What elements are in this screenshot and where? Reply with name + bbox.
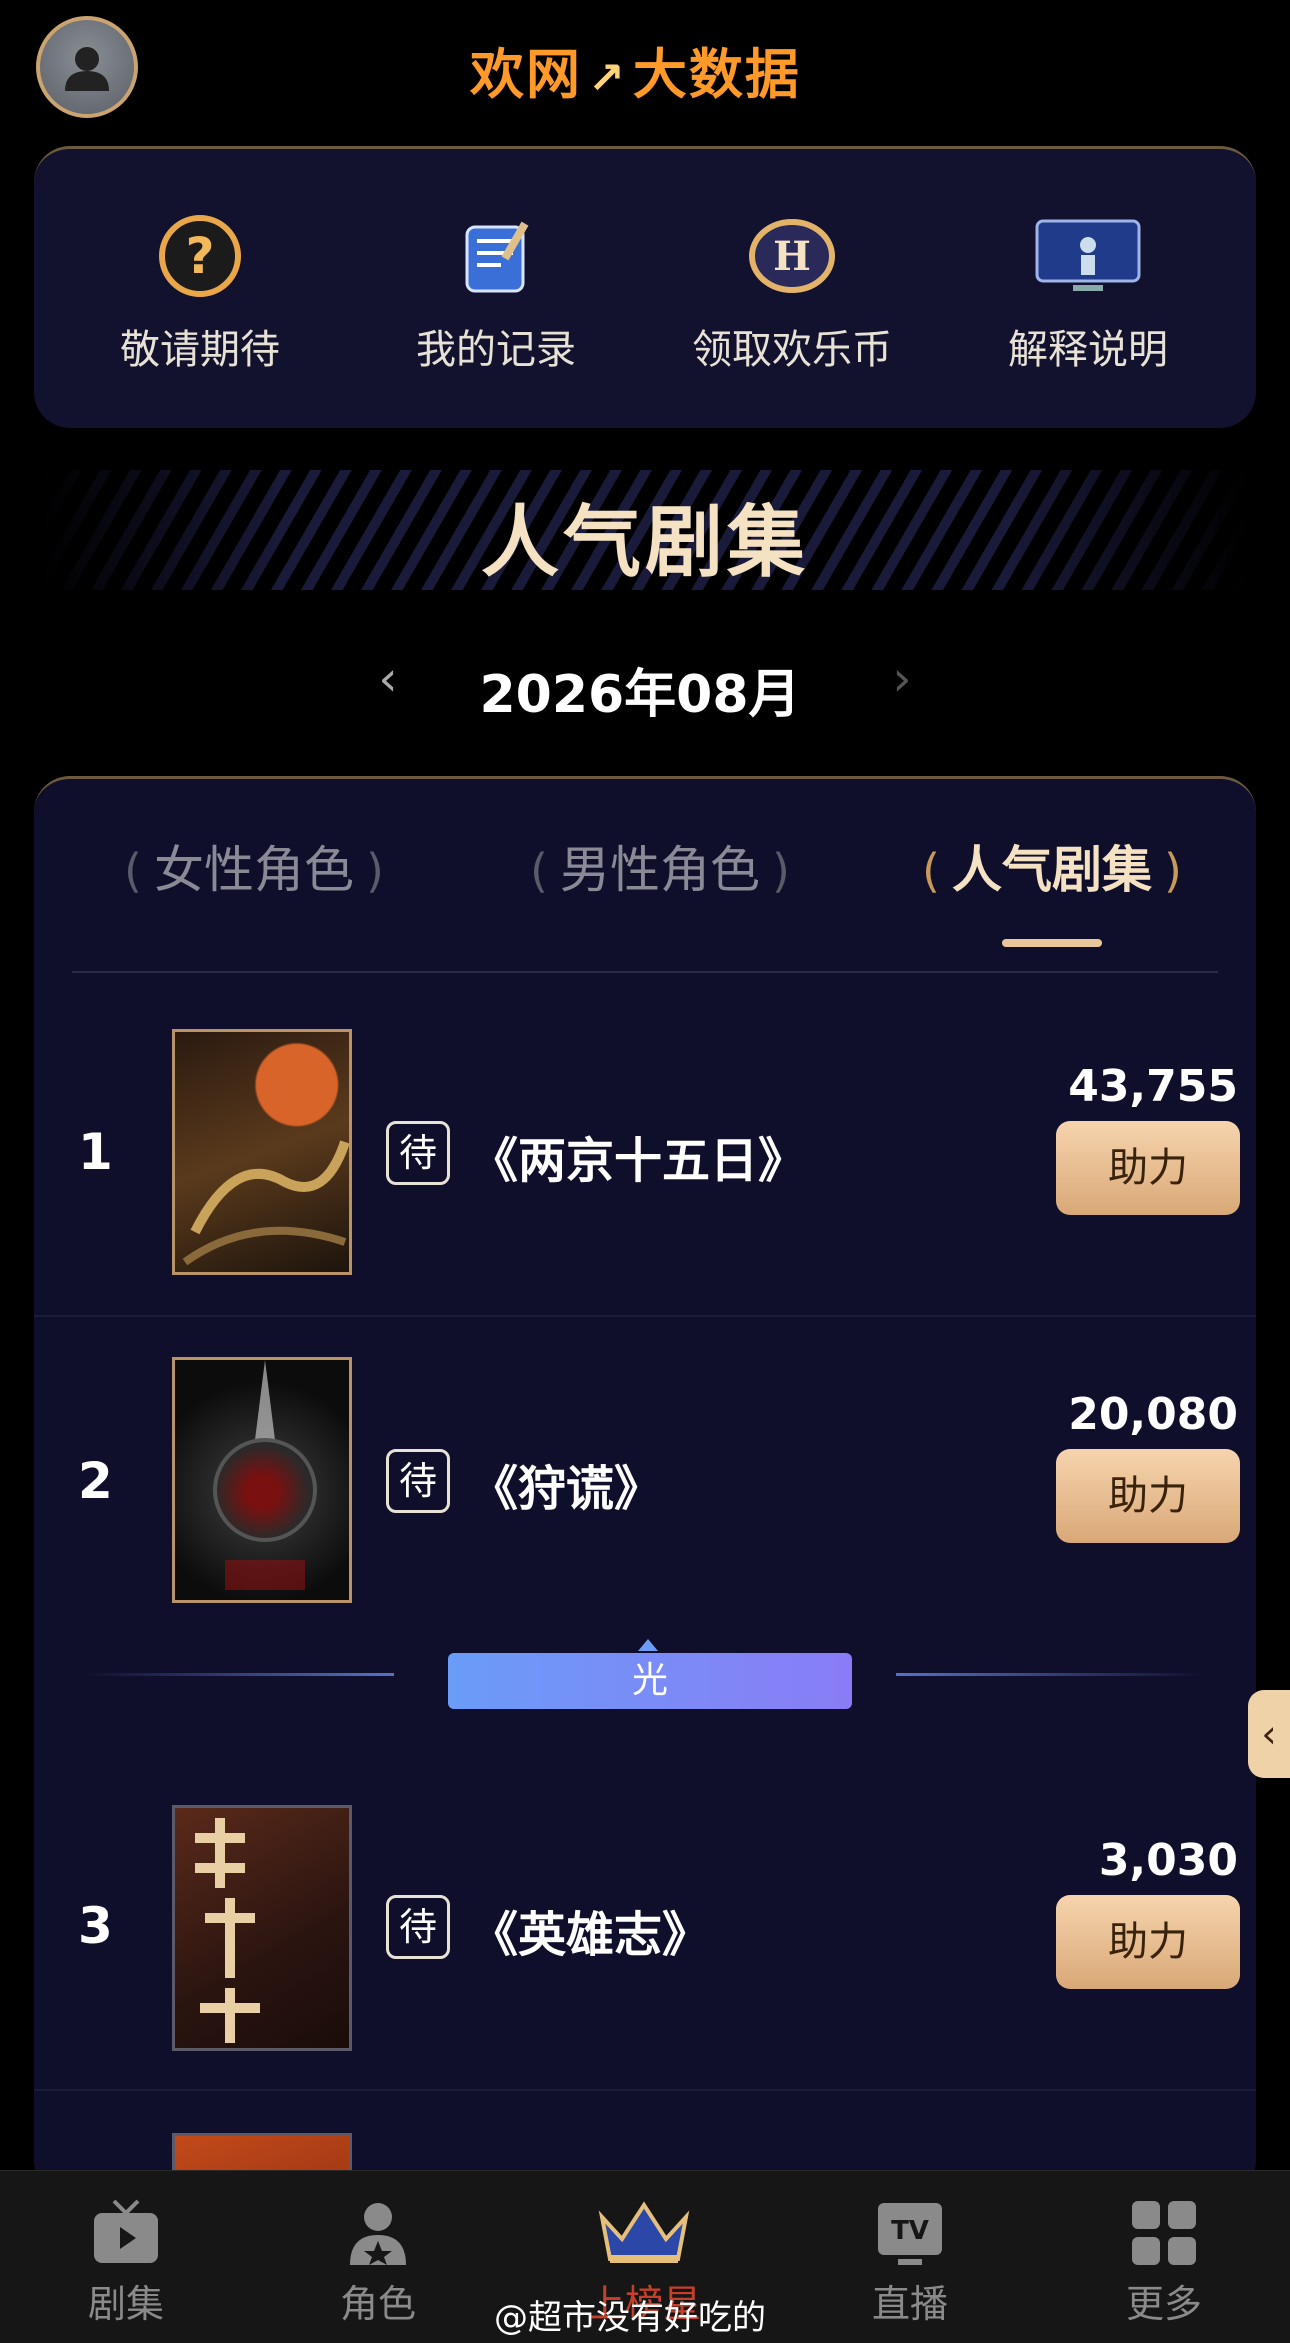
drama-poster[interactable] bbox=[172, 1805, 352, 2051]
ranking-row[interactable]: 3 待 《英雄志》 3,030 助力 bbox=[34, 1763, 1256, 2091]
quick-menu-card: ? 敬请期待 我的记录 H 领取欢乐币 解释说明 bbox=[34, 146, 1256, 428]
nav-label: 角色 bbox=[339, 2282, 416, 2326]
tab-male-roles[interactable]: (男性角色) bbox=[480, 835, 840, 905]
quick-item-claim-coins[interactable]: H 领取欢乐币 bbox=[662, 213, 922, 375]
crown-icon bbox=[596, 2197, 692, 2269]
quick-item-my-records[interactable]: 我的记录 bbox=[366, 213, 626, 375]
svg-text:TV: TV bbox=[891, 2216, 929, 2246]
month-label: 2026年08月 bbox=[479, 665, 801, 725]
next-month-icon[interactable]: › bbox=[882, 654, 922, 704]
laurel-left-icon: ( bbox=[124, 844, 142, 898]
vote-count: 3,030 bbox=[1098, 1835, 1238, 1886]
drama-poster[interactable] bbox=[172, 1029, 352, 1275]
caret-up-icon bbox=[638, 1639, 658, 1651]
laurel-right-icon: ) bbox=[366, 844, 384, 898]
logo-text-2: 大数据 bbox=[632, 43, 801, 106]
weibo-watermark: @超市没有好吃的 bbox=[494, 2298, 766, 2338]
logo-text: 欢网 bbox=[470, 43, 582, 106]
boost-button[interactable]: 助力 bbox=[1056, 1449, 1240, 1543]
separator-label: 光 bbox=[448, 1653, 852, 1709]
quick-item-label: 我的记录 bbox=[416, 327, 576, 373]
app-logo: 欢网 ↗ 大数据 bbox=[470, 30, 801, 109]
tv-live-icon: TV bbox=[874, 2197, 946, 2269]
notebook-icon bbox=[453, 213, 539, 299]
ranking-card: (女性角色) (男性角色) (人气剧集) 1 待 《两京十五日》 43,755 … bbox=[34, 776, 1256, 2196]
ranking-row[interactable]: 2 待 《狩谎》 20,080 助力 bbox=[34, 1317, 1256, 1645]
ranking-row[interactable]: 1 待 《两京十五日》 43,755 助力 bbox=[34, 989, 1256, 1317]
rank-number: 1 bbox=[78, 1123, 113, 1181]
grid-icon bbox=[1128, 2197, 1200, 2269]
nav-item-roles[interactable]: 角色 bbox=[298, 2197, 458, 2328]
vote-count: 20,080 bbox=[1068, 1389, 1238, 1440]
user-icon bbox=[65, 47, 109, 91]
laurel-left-icon: ( bbox=[922, 844, 940, 898]
coin-icon: H bbox=[749, 213, 835, 299]
tab-label: 男性角色 bbox=[560, 841, 760, 899]
monitor-icon bbox=[1033, 213, 1143, 299]
laurel-right-icon: ) bbox=[772, 844, 790, 898]
quick-item-label: 解释说明 bbox=[1008, 327, 1168, 373]
laurel-left-icon: ( bbox=[530, 844, 548, 898]
boost-button[interactable]: 助力 bbox=[1056, 1895, 1240, 1989]
rank-number: 2 bbox=[78, 1452, 113, 1510]
pending-badge: 待 bbox=[386, 1895, 450, 1959]
rank-number: 3 bbox=[78, 1897, 113, 1955]
drama-poster[interactable] bbox=[172, 1357, 352, 1603]
tabs-divider bbox=[72, 971, 1218, 973]
drama-title: 《英雄志》 bbox=[470, 1907, 711, 1963]
tab-label: 人气剧集 bbox=[952, 841, 1152, 899]
role-icon bbox=[342, 2197, 414, 2269]
active-tab-indicator bbox=[1002, 939, 1102, 947]
svg-text:H: H bbox=[773, 233, 811, 280]
drama-title: 《狩谎》 bbox=[470, 1461, 663, 1517]
tab-label: 女性角色 bbox=[154, 841, 354, 899]
avatar[interactable] bbox=[36, 16, 138, 118]
quick-item-coming-soon[interactable]: ? 敬请期待 bbox=[70, 213, 330, 375]
ranking-tabs: (女性角色) (男性角色) (人气剧集) bbox=[34, 779, 1256, 974]
tab-popular-dramas[interactable]: (人气剧集) bbox=[872, 835, 1232, 905]
pending-badge: 待 bbox=[386, 1449, 450, 1513]
laurel-right-icon: ) bbox=[1164, 844, 1182, 898]
question-icon: ? bbox=[157, 213, 243, 299]
nav-item-dramas[interactable]: 剧集 bbox=[46, 2197, 206, 2328]
nav-label: 直播 bbox=[871, 2282, 948, 2326]
nav-item-more[interactable]: 更多 bbox=[1084, 2197, 1244, 2328]
vote-count: 43,755 bbox=[1068, 1061, 1238, 1112]
top-header: 欢网 ↗ 大数据 bbox=[0, 0, 1290, 135]
rank-separator: 光 bbox=[34, 1637, 1256, 1717]
tv-play-icon bbox=[90, 2197, 162, 2269]
side-collapse-tab[interactable]: ‹ bbox=[1248, 1690, 1290, 1778]
quick-item-explanation[interactable]: 解释说明 bbox=[958, 213, 1218, 375]
quick-item-label: 领取欢乐币 bbox=[692, 327, 892, 373]
boost-button[interactable]: 助力 bbox=[1056, 1121, 1240, 1215]
nav-label: 更多 bbox=[1125, 2282, 1202, 2326]
section-title: 人气剧集 bbox=[480, 498, 809, 588]
logo-slash: ↗ bbox=[588, 53, 627, 104]
separator-line-left bbox=[84, 1673, 394, 1676]
prev-month-icon[interactable]: ‹ bbox=[368, 654, 408, 704]
quick-item-label: 敬请期待 bbox=[120, 327, 280, 373]
separator-line-right bbox=[896, 1673, 1206, 1676]
nav-label: 剧集 bbox=[87, 2282, 164, 2326]
drama-title: 《两京十五日》 bbox=[470, 1133, 807, 1189]
pending-badge: 待 bbox=[386, 1121, 450, 1185]
nav-item-live[interactable]: TV 直播 bbox=[830, 2197, 990, 2328]
month-selector: ‹ 2026年08月 › bbox=[0, 648, 1290, 725]
svg-text:?: ? bbox=[185, 227, 214, 285]
tab-female-roles[interactable]: (女性角色) bbox=[74, 835, 434, 905]
